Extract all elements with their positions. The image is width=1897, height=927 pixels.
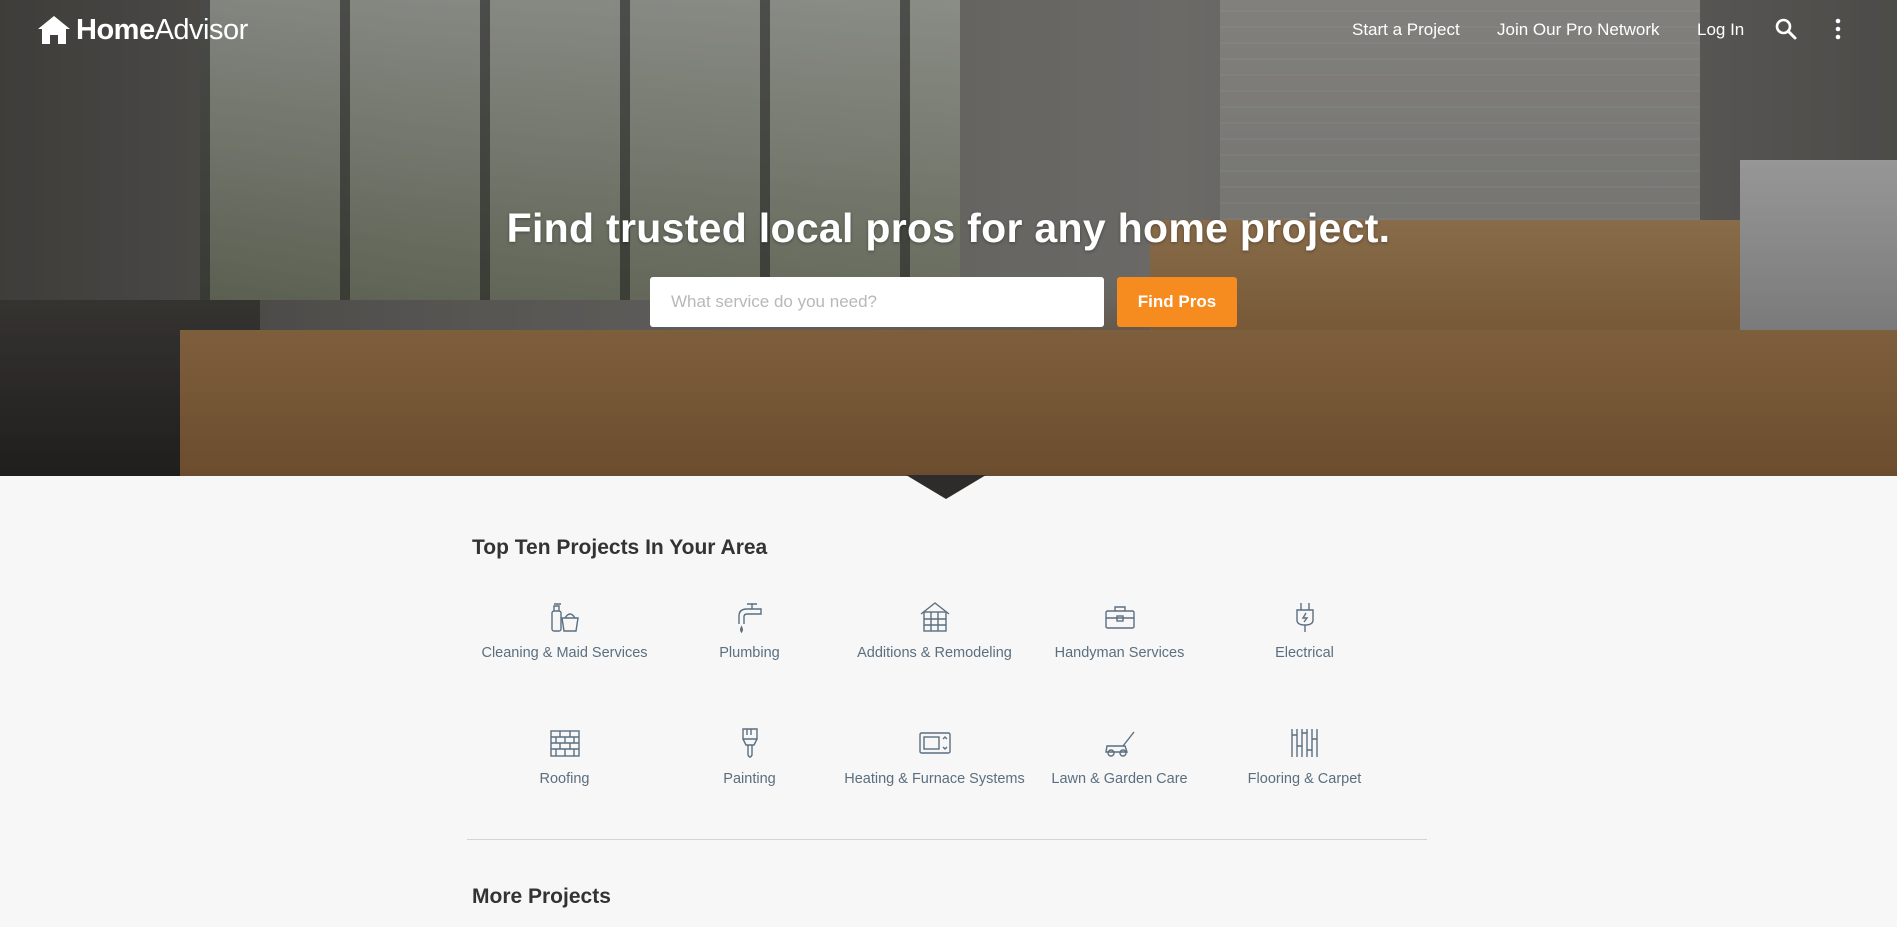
project-tile-cleaning[interactable]: Cleaning & Maid Services — [472, 600, 657, 700]
faucet-icon — [737, 603, 762, 634]
logo-text-light: Advisor — [154, 13, 249, 46]
section-divider — [467, 839, 1427, 840]
project-label: Plumbing — [719, 645, 780, 661]
project-label: Painting — [723, 771, 776, 787]
project-label: Electrical — [1275, 645, 1334, 661]
search-icon[interactable] — [1774, 17, 1798, 41]
project-tile-flooring[interactable]: Flooring & Carpet — [1212, 726, 1397, 826]
find-pros-button[interactable]: Find Pros — [1117, 277, 1237, 327]
toolbox-icon — [1104, 606, 1135, 629]
plug-icon — [1295, 603, 1314, 632]
hero-headline: Find trusted local pros for any home pro… — [506, 205, 1391, 251]
project-label: Handyman Services — [1054, 645, 1185, 661]
top-projects-title: Top Ten Projects In Your Area — [472, 536, 768, 559]
nav-start-project[interactable]: Start a Project — [1352, 20, 1460, 40]
project-tile-handyman[interactable]: Handyman Services — [1027, 600, 1212, 700]
project-tile-lawn[interactable]: Lawn & Garden Care — [1027, 726, 1212, 826]
service-search-input[interactable] — [650, 277, 1104, 327]
thermostat-icon — [918, 732, 951, 754]
project-label: Heating & Furnace Systems — [844, 771, 1025, 787]
lawnmower-icon — [1104, 731, 1135, 757]
project-label: Lawn & Garden Care — [1051, 771, 1188, 787]
nav-log-in[interactable]: Log In — [1697, 20, 1744, 40]
more-projects-title: More Projects — [472, 885, 611, 908]
project-tile-additions[interactable]: Additions & Remodeling — [842, 600, 1027, 700]
hero-notch — [906, 475, 986, 499]
project-label: Cleaning & Maid Services — [481, 645, 648, 661]
project-label: Roofing — [539, 771, 590, 787]
project-tile-electrical[interactable]: Electrical — [1212, 600, 1397, 700]
homeadvisor-logo[interactable]: Home Advisor — [36, 14, 248, 46]
house-frame-icon — [920, 602, 949, 632]
bricks-icon — [549, 730, 580, 757]
project-tile-roofing[interactable]: Roofing — [472, 726, 657, 826]
project-tile-plumbing[interactable]: Plumbing — [657, 600, 842, 700]
logo-text-bold: Home — [76, 13, 155, 46]
flooring-icon — [1290, 729, 1318, 757]
more-vertical-icon[interactable] — [1828, 17, 1848, 41]
project-tile-heating[interactable]: Heating & Furnace Systems — [842, 726, 1027, 826]
cleaning-supplies-icon — [550, 603, 579, 632]
project-tile-painting[interactable]: Painting — [657, 726, 842, 826]
paintbrush-icon — [741, 728, 758, 758]
project-label: Additions & Remodeling — [857, 645, 1012, 661]
nav-join-pro-network[interactable]: Join Our Pro Network — [1497, 20, 1660, 40]
house-logo-icon — [38, 16, 70, 44]
project-label: Flooring & Carpet — [1247, 771, 1362, 787]
